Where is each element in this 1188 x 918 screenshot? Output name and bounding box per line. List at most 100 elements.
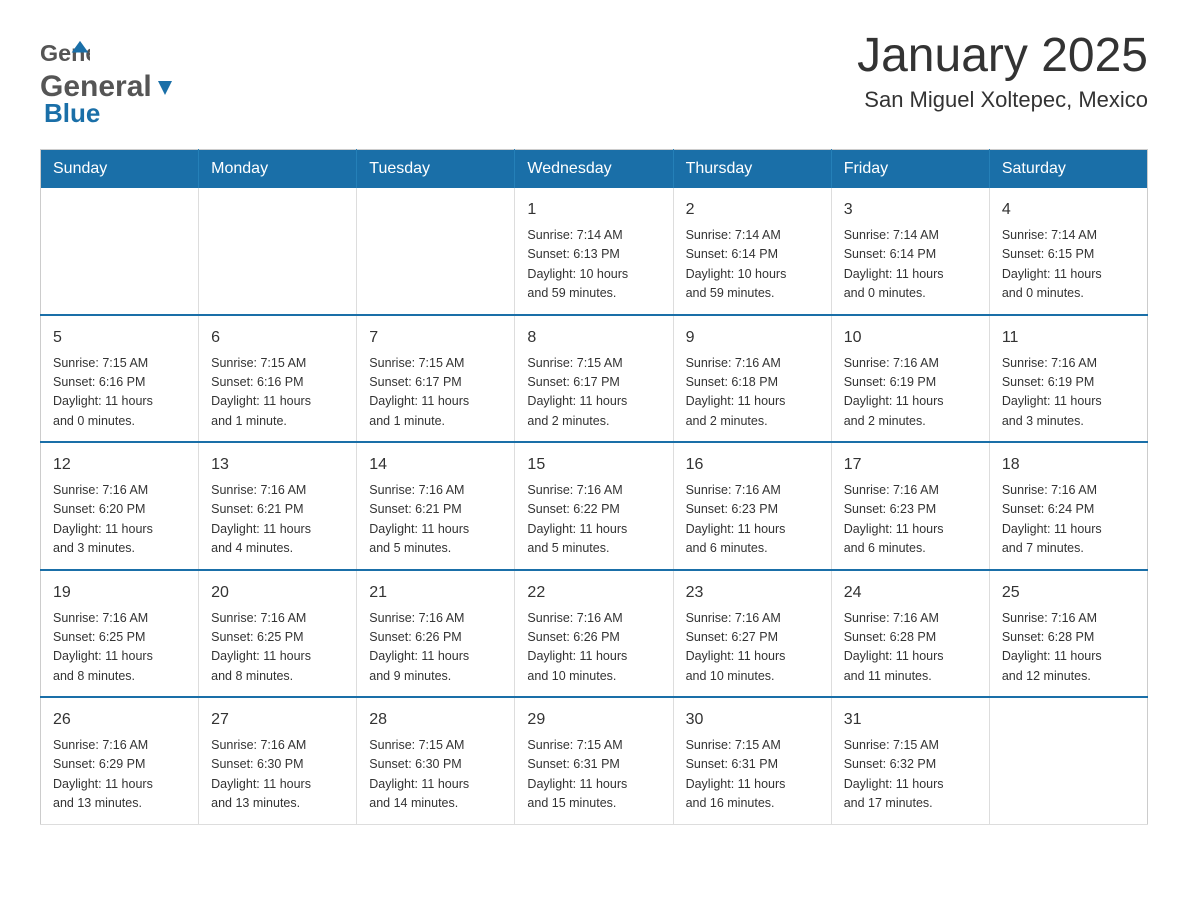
calendar-cell xyxy=(989,697,1147,824)
calendar-week-2: 5Sunrise: 7:15 AM Sunset: 6:16 PM Daylig… xyxy=(41,315,1148,443)
day-number: 26 xyxy=(53,708,186,732)
calendar-cell: 15 Sunrise: 7:16 AM Sunset: 6:22 PM Dayli… xyxy=(515,442,673,570)
calendar-cell: 31 Sunrise: 7:15 AM Sunset: 6:32 PM Dayli… xyxy=(831,697,989,824)
day-number: 17 xyxy=(844,453,977,477)
calendar-table: SundayMondayTuesdayWednesdayThursdayFrid… xyxy=(40,149,1148,825)
day-info: Sunrise: 7:15 AM Sunset: 6:32 PM Dayligh… xyxy=(844,736,977,814)
calendar-cell: 8Sunrise: 7:15 AM Sunset: 6:17 PM Daylig… xyxy=(515,315,673,443)
day-info: Sunrise: 7:16 AM Sunset: 6:19 PM Dayligh… xyxy=(1002,354,1135,432)
day-info: Sunrise: 7:15 AM Sunset: 6:30 PM Dayligh… xyxy=(369,736,502,814)
day-number: 20 xyxy=(211,581,344,605)
day-number: 4 xyxy=(1002,198,1135,222)
calendar-cell: 14Sunrise: 7:16 AM Sunset: 6:21 PM Dayli… xyxy=(357,442,515,570)
days-of-week-row: SundayMondayTuesdayWednesdayThursdayFrid… xyxy=(41,150,1148,189)
day-info: Sunrise: 7:16 AM Sunset: 6:26 PM Dayligh… xyxy=(369,609,502,687)
day-info: Sunrise: 7:16 AM Sunset: 6:23 PM Dayligh… xyxy=(844,481,977,559)
day-info: Sunrise: 7:16 AM Sunset: 6:25 PM Dayligh… xyxy=(53,609,186,687)
calendar-week-5: 26 Sunrise: 7:16 AM Sunset: 6:29 PM Dayli… xyxy=(41,697,1148,824)
calendar-cell: 20 Sunrise: 7:16 AM Sunset: 6:25 PM Dayli… xyxy=(199,570,357,698)
day-info: Sunrise: 7:16 AM Sunset: 6:28 PM Dayligh… xyxy=(844,609,977,687)
logo-blue-text: Blue xyxy=(44,98,176,129)
day-info: Sunrise: 7:16 AM Sunset: 6:21 PM Dayligh… xyxy=(211,481,344,559)
day-header-friday: Friday xyxy=(831,150,989,189)
calendar-cell: 17 Sunrise: 7:16 AM Sunset: 6:23 PM Dayli… xyxy=(831,442,989,570)
day-info: Sunrise: 7:16 AM Sunset: 6:29 PM Dayligh… xyxy=(53,736,186,814)
calendar-cell: 23 Sunrise: 7:16 AM Sunset: 6:27 PM Dayli… xyxy=(673,570,831,698)
title-block: January 2025 San Miguel Xoltepec, Mexico xyxy=(857,30,1148,113)
calendar-cell: 22 Sunrise: 7:16 AM Sunset: 6:26 PM Dayli… xyxy=(515,570,673,698)
day-info: Sunrise: 7:16 AM Sunset: 6:30 PM Dayligh… xyxy=(211,736,344,814)
day-header-saturday: Saturday xyxy=(989,150,1147,189)
day-number: 16 xyxy=(686,453,819,477)
day-info: Sunrise: 7:16 AM Sunset: 6:22 PM Dayligh… xyxy=(527,481,660,559)
logo: General General Blue xyxy=(40,30,176,129)
calendar-cell: 26 Sunrise: 7:16 AM Sunset: 6:29 PM Dayli… xyxy=(41,697,199,824)
calendar-cell: 10 Sunrise: 7:16 AM Sunset: 6:19 PM Dayli… xyxy=(831,315,989,443)
calendar-cell: 16 Sunrise: 7:16 AM Sunset: 6:23 PM Dayli… xyxy=(673,442,831,570)
day-info: Sunrise: 7:16 AM Sunset: 6:20 PM Dayligh… xyxy=(53,481,186,559)
calendar-cell: 13Sunrise: 7:16 AM Sunset: 6:21 PM Dayli… xyxy=(199,442,357,570)
calendar-cell: 6Sunrise: 7:15 AM Sunset: 6:16 PM Daylig… xyxy=(199,315,357,443)
day-header-monday: Monday xyxy=(199,150,357,189)
calendar-cell: 12Sunrise: 7:16 AM Sunset: 6:20 PM Dayli… xyxy=(41,442,199,570)
day-number: 3 xyxy=(844,198,977,222)
calendar-cell: 11Sunrise: 7:16 AM Sunset: 6:19 PM Dayli… xyxy=(989,315,1147,443)
day-number: 14 xyxy=(369,453,502,477)
day-number: 9 xyxy=(686,326,819,350)
day-number: 29 xyxy=(527,708,660,732)
day-number: 31 xyxy=(844,708,977,732)
calendar-cell xyxy=(41,188,199,315)
day-info: Sunrise: 7:15 AM Sunset: 6:17 PM Dayligh… xyxy=(369,354,502,432)
calendar-body: 1Sunrise: 7:14 AM Sunset: 6:13 PM Daylig… xyxy=(41,188,1148,824)
calendar-cell: 25Sunrise: 7:16 AM Sunset: 6:28 PM Dayli… xyxy=(989,570,1147,698)
calendar-week-4: 19Sunrise: 7:16 AM Sunset: 6:25 PM Dayli… xyxy=(41,570,1148,698)
calendar-title: January 2025 xyxy=(857,30,1148,83)
day-number: 22 xyxy=(527,581,660,605)
day-info: Sunrise: 7:14 AM Sunset: 6:13 PM Dayligh… xyxy=(527,226,660,304)
day-number: 2 xyxy=(686,198,819,222)
calendar-cell: 1Sunrise: 7:14 AM Sunset: 6:13 PM Daylig… xyxy=(515,188,673,315)
day-header-thursday: Thursday xyxy=(673,150,831,189)
day-number: 6 xyxy=(211,326,344,350)
day-number: 28 xyxy=(369,708,502,732)
calendar-cell xyxy=(357,188,515,315)
day-info: Sunrise: 7:16 AM Sunset: 6:26 PM Dayligh… xyxy=(527,609,660,687)
calendar-cell: 4 Sunrise: 7:14 AM Sunset: 6:15 PM Daylig… xyxy=(989,188,1147,315)
day-info: Sunrise: 7:16 AM Sunset: 6:18 PM Dayligh… xyxy=(686,354,819,432)
calendar-cell: 30 Sunrise: 7:15 AM Sunset: 6:31 PM Dayli… xyxy=(673,697,831,824)
calendar-cell: 9 Sunrise: 7:16 AM Sunset: 6:18 PM Daylig… xyxy=(673,315,831,443)
day-number: 5 xyxy=(53,326,186,350)
svg-text:General: General xyxy=(40,40,90,66)
day-info: Sunrise: 7:16 AM Sunset: 6:19 PM Dayligh… xyxy=(844,354,977,432)
day-info: Sunrise: 7:16 AM Sunset: 6:27 PM Dayligh… xyxy=(686,609,819,687)
calendar-cell: 19Sunrise: 7:16 AM Sunset: 6:25 PM Dayli… xyxy=(41,570,199,698)
day-info: Sunrise: 7:15 AM Sunset: 6:31 PM Dayligh… xyxy=(527,736,660,814)
day-info: Sunrise: 7:15 AM Sunset: 6:31 PM Dayligh… xyxy=(686,736,819,814)
day-number: 8 xyxy=(527,326,660,350)
calendar-cell: 24Sunrise: 7:16 AM Sunset: 6:28 PM Dayli… xyxy=(831,570,989,698)
day-info: Sunrise: 7:14 AM Sunset: 6:14 PM Dayligh… xyxy=(844,226,977,304)
day-number: 10 xyxy=(844,326,977,350)
day-number: 21 xyxy=(369,581,502,605)
day-number: 23 xyxy=(686,581,819,605)
day-info: Sunrise: 7:14 AM Sunset: 6:14 PM Dayligh… xyxy=(686,226,819,304)
calendar-cell: 27Sunrise: 7:16 AM Sunset: 6:30 PM Dayli… xyxy=(199,697,357,824)
calendar-cell: 3 Sunrise: 7:14 AM Sunset: 6:14 PM Daylig… xyxy=(831,188,989,315)
day-info: Sunrise: 7:16 AM Sunset: 6:25 PM Dayligh… xyxy=(211,609,344,687)
day-info: Sunrise: 7:16 AM Sunset: 6:23 PM Dayligh… xyxy=(686,481,819,559)
calendar-cell: 18Sunrise: 7:16 AM Sunset: 6:24 PM Dayli… xyxy=(989,442,1147,570)
day-header-tuesday: Tuesday xyxy=(357,150,515,189)
calendar-week-1: 1Sunrise: 7:14 AM Sunset: 6:13 PM Daylig… xyxy=(41,188,1148,315)
day-number: 15 xyxy=(527,453,660,477)
calendar-subtitle: San Miguel Xoltepec, Mexico xyxy=(857,87,1148,113)
calendar-cell xyxy=(199,188,357,315)
day-info: Sunrise: 7:14 AM Sunset: 6:15 PM Dayligh… xyxy=(1002,226,1135,304)
day-header-wednesday: Wednesday xyxy=(515,150,673,189)
calendar-cell: 28 Sunrise: 7:15 AM Sunset: 6:30 PM Dayli… xyxy=(357,697,515,824)
calendar-cell: 29 Sunrise: 7:15 AM Sunset: 6:31 PM Dayli… xyxy=(515,697,673,824)
calendar-cell: 5Sunrise: 7:15 AM Sunset: 6:16 PM Daylig… xyxy=(41,315,199,443)
day-info: Sunrise: 7:16 AM Sunset: 6:24 PM Dayligh… xyxy=(1002,481,1135,559)
day-number: 30 xyxy=(686,708,819,732)
calendar-cell: 21 Sunrise: 7:16 AM Sunset: 6:26 PM Dayli… xyxy=(357,570,515,698)
calendar-week-3: 12Sunrise: 7:16 AM Sunset: 6:20 PM Dayli… xyxy=(41,442,1148,570)
